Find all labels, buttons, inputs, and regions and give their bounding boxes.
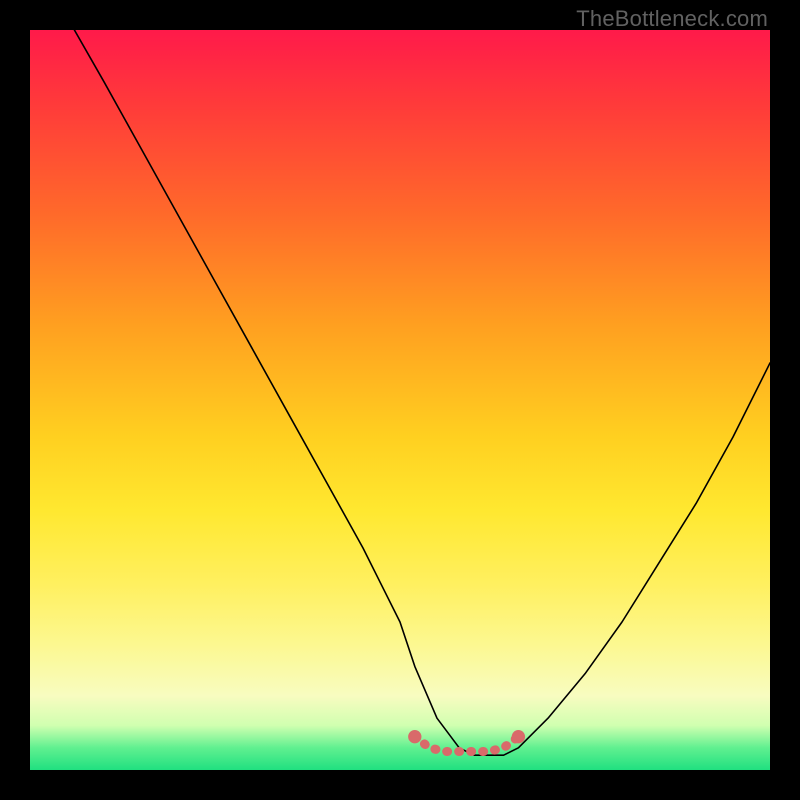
watermark-text: TheBottleneck.com — [576, 6, 768, 32]
optimal-segment-endpoint — [512, 730, 525, 743]
curve-layer — [74, 30, 770, 755]
plot-area — [30, 30, 770, 770]
chart-frame: TheBottleneck.com — [0, 0, 800, 800]
chart-svg — [30, 30, 770, 770]
optimal-segment-path — [415, 737, 519, 752]
optimal-segment-endpoint — [408, 730, 421, 743]
bottleneck-curve-path — [74, 30, 770, 755]
